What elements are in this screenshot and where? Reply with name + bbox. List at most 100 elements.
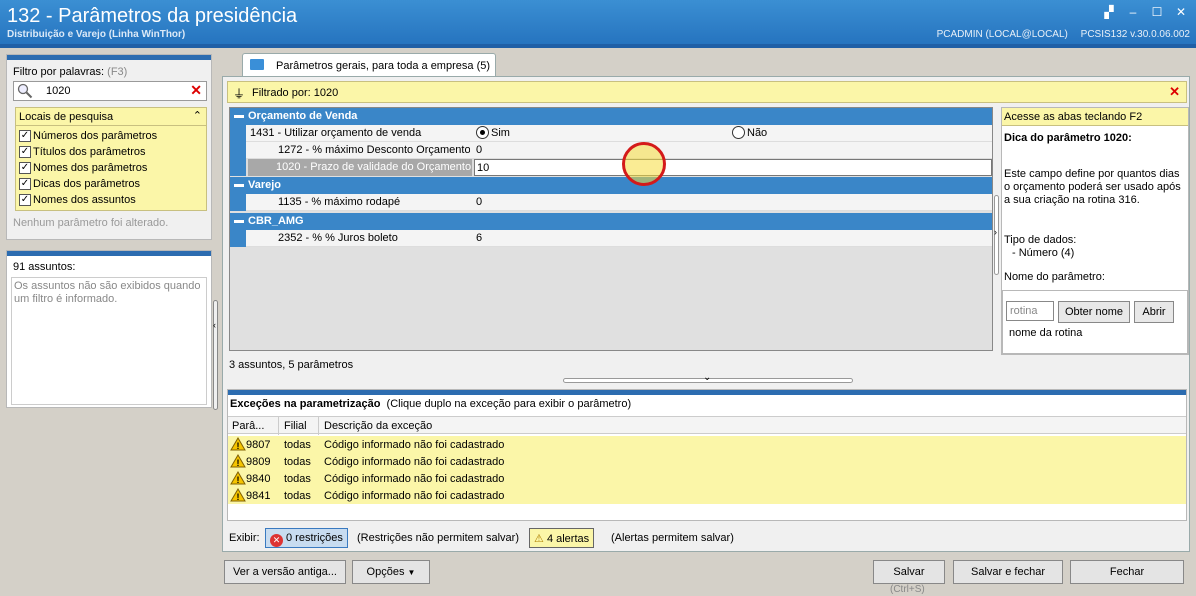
routine-input[interactable]: rotina <box>1006 301 1054 321</box>
param-label: 1431 - Utilizar orçamento de venda <box>250 127 422 139</box>
window-title: 132 - Parâmetros da presidência <box>7 5 298 27</box>
user-label: PCADMIN (LOCAL@LOCAL) <box>936 29 1068 40</box>
pin-icon[interactable]: ▞ <box>1102 5 1116 19</box>
group-header[interactable]: ▬ CBR_AMG <box>230 213 992 230</box>
exception-filial: todas <box>284 456 311 468</box>
param-value-editor[interactable]: 10 <box>474 159 992 176</box>
param-value[interactable]: 0 <box>476 196 482 208</box>
tip-panel: Acesse as abas teclando F2 Dica do parâm… <box>1001 107 1189 355</box>
collapse-up-icon[interactable]: ⌃ <box>193 109 202 122</box>
exception-param: 9840 <box>246 473 271 485</box>
radio-sim[interactable]: Sim <box>476 126 510 139</box>
search-locations-header[interactable]: Locais de pesquisa ⌃ <box>16 108 206 126</box>
param-row[interactable]: 1272 - % máximo Desconto Orçamento de 0 <box>230 142 992 159</box>
clear-filter-icon[interactable]: ✕ <box>1169 84 1180 100</box>
exception-filial: todas <box>284 473 311 485</box>
left-splitter[interactable]: ‹ <box>212 300 220 410</box>
checkbox-icon[interactable]: ✓ <box>19 146 31 158</box>
panel-stripe <box>228 390 1186 395</box>
collapse-icon[interactable]: ▬ <box>234 110 244 121</box>
param-row[interactable]: 1431 - Utilizar orçamento de venda Sim N… <box>230 125 992 142</box>
param-label: 2352 - % % Juros boleto <box>278 232 398 244</box>
checkbox-icon[interactable]: ✓ <box>19 178 31 190</box>
save-close-button[interactable]: Salvar e fechar <box>953 560 1063 584</box>
col-description[interactable]: Descrição da exceção <box>324 420 432 432</box>
filter-text: Filtrado por: 1020 <box>252 87 339 99</box>
subjects-panel: 91 assuntos: Os assuntos não são exibido… <box>6 250 212 408</box>
filter-panel: Filtro por palavras: (F3) 1020 ✕ Locais … <box>6 54 212 240</box>
error-icon: ✕ <box>270 534 283 547</box>
param-name-label: Nome do parâmetro: <box>1004 271 1105 283</box>
svg-text:!: ! <box>237 492 240 502</box>
maximize-icon[interactable]: ☐ <box>1150 5 1164 19</box>
save-shortcut: (Ctrl+S) <box>890 584 925 595</box>
svg-text:!: ! <box>237 475 240 485</box>
param-value[interactable]: 6 <box>476 232 482 244</box>
window-info: PCADMIN (LOCAL@LOCAL) PCSIS132 v.30.0.06… <box>927 29 1190 40</box>
splitter-grip[interactable] <box>213 300 218 410</box>
collapse-icon[interactable]: ▬ <box>234 215 244 226</box>
data-type-value: - Número (4) <box>1012 247 1075 259</box>
param-value: 10 <box>477 162 490 174</box>
options-label: Opções <box>366 566 405 578</box>
search-input[interactable]: 1020 ✕ <box>13 81 207 101</box>
chevron-left-icon[interactable]: ‹ <box>213 320 216 330</box>
tip-description: Este campo define por quantos dias o orç… <box>1004 168 1181 206</box>
horizontal-splitter[interactable]: ⌄ <box>563 372 853 385</box>
exception-row[interactable]: ! 9809 todas Código informado não foi ca… <box>228 453 1186 470</box>
clear-search-icon[interactable]: ✕ <box>190 82 202 99</box>
cursor-highlight <box>622 142 666 186</box>
checkbox-icon[interactable]: ✓ <box>19 162 31 174</box>
radio-nao[interactable]: Não <box>732 126 767 139</box>
exception-desc: Código informado não foi cadastrado <box>324 456 505 468</box>
get-name-button[interactable]: Obter nome <box>1058 301 1130 323</box>
check-subjects[interactable]: ✓ Nomes dos assuntos <box>19 194 136 206</box>
check-titles[interactable]: ✓ Títulos dos parâmetros <box>19 146 146 158</box>
routine-box: rotina Obter nome Abrir nome da rotina <box>1002 290 1188 354</box>
check-names[interactable]: ✓ Nomes dos parâmetros <box>19 162 147 174</box>
alerts-toggle[interactable]: ⚠ 4 alertas <box>529 528 595 548</box>
param-row[interactable]: 2352 - % % Juros boleto 6 <box>230 230 992 247</box>
exception-row[interactable]: ! 9807 todas Código informado não foi ca… <box>228 436 1186 453</box>
checkbox-icon[interactable]: ✓ <box>19 194 31 206</box>
radio-selected-icon[interactable] <box>476 126 489 139</box>
group-header[interactable]: ▬ Orçamento de Venda <box>230 108 992 125</box>
row-indent <box>230 230 246 247</box>
param-value[interactable]: 0 <box>476 144 482 156</box>
restrictions-toggle[interactable]: ✕ 0 restrições <box>265 528 348 548</box>
chevron-down-icon[interactable]: ⌄ <box>703 372 711 383</box>
minimize-icon[interactable]: – <box>1126 5 1140 19</box>
options-button[interactable]: Opções ▼ <box>352 560 430 584</box>
check-label: Dicas dos parâmetros <box>33 178 140 190</box>
radio-label: Não <box>747 126 768 139</box>
param-row[interactable]: 1135 - % máximo rodapé 0 <box>230 194 992 211</box>
old-version-button[interactable]: Ver a versão antiga... <box>224 560 346 584</box>
radio-icon[interactable] <box>732 126 745 139</box>
filter-label-text: Filtro por palavras: <box>13 66 105 78</box>
exception-row[interactable]: ! 9840 todas Código informado não foi ca… <box>228 470 1186 487</box>
col-divider <box>278 417 279 435</box>
check-numbers[interactable]: ✓ Números dos parâmetros <box>19 130 157 142</box>
exception-row[interactable]: ! 9841 todas Código informado não foi ca… <box>228 487 1186 504</box>
param-label: 1272 - % máximo Desconto Orçamento de <box>278 144 470 156</box>
warning-icon: ! <box>230 471 246 485</box>
checkbox-icon[interactable]: ✓ <box>19 130 31 142</box>
check-tips[interactable]: ✓ Dicas dos parâmetros <box>19 178 140 190</box>
tab-label-text: Parâmetros gerais, para toda a empresa <box>276 60 474 72</box>
close-icon[interactable]: ✕ <box>1174 5 1188 19</box>
tab-general-params[interactable]: Parâmetros gerais, para toda a empresa (… <box>242 53 496 77</box>
save-button[interactable]: Salvar <box>873 560 945 584</box>
exception-desc: Código informado não foi cadastrado <box>324 473 505 485</box>
tip-title: Dica do parâmetro 1020: <box>1004 132 1132 144</box>
vertical-splitter[interactable]: › <box>994 195 1000 275</box>
group-title: CBR_AMG <box>248 215 304 227</box>
col-filial[interactable]: Filial <box>284 420 307 432</box>
group-header[interactable]: ▬ Varejo <box>230 177 992 194</box>
collapse-icon[interactable]: ▬ <box>234 179 244 190</box>
col-param[interactable]: Parâ... <box>232 420 264 432</box>
chevron-right-icon[interactable]: › <box>994 227 997 237</box>
param-row-selected[interactable]: 1020 - Prazo de validade do Orçamento 10 <box>230 159 992 176</box>
svg-text:!: ! <box>237 441 240 451</box>
close-button[interactable]: Fechar <box>1070 560 1184 584</box>
open-button[interactable]: Abrir <box>1134 301 1174 323</box>
